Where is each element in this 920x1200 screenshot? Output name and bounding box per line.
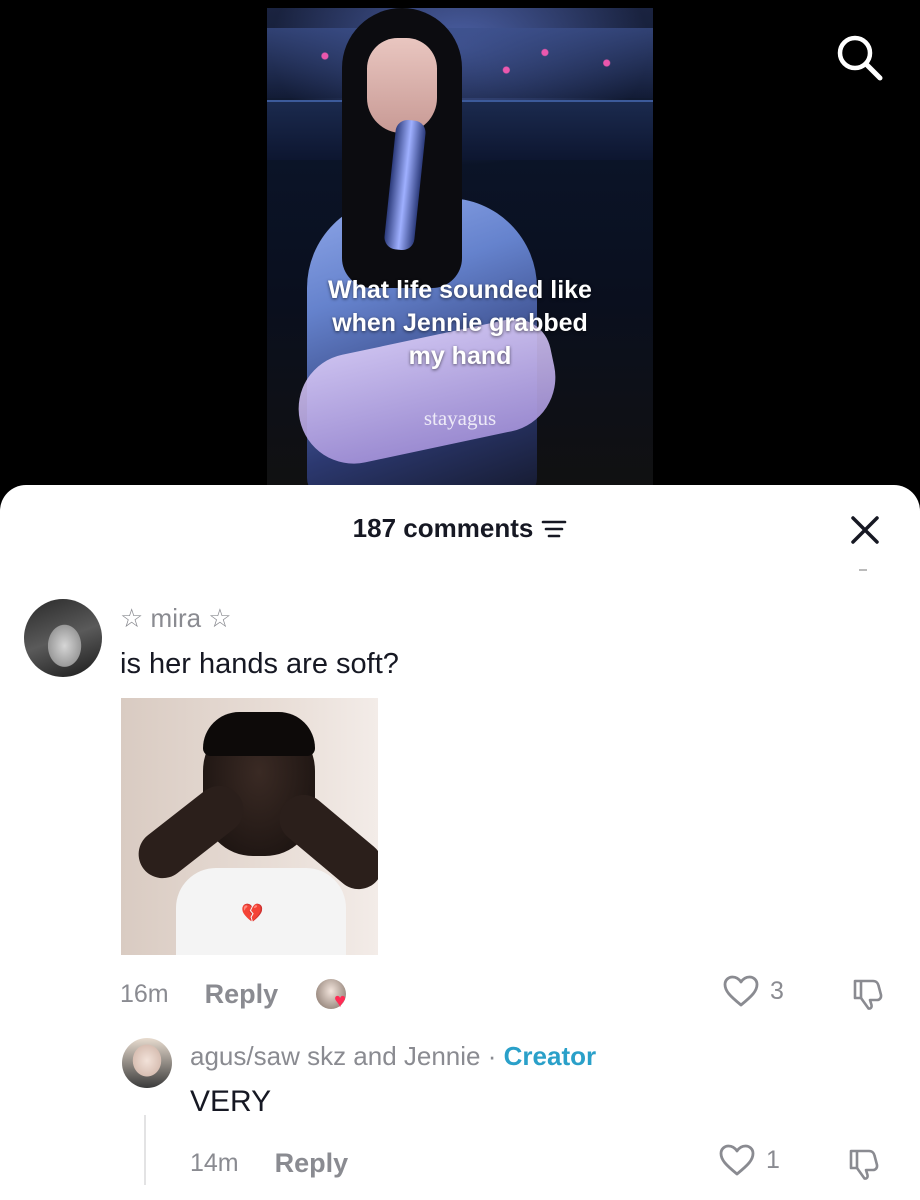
comment-time: 16m [120,979,169,1008]
reply-button[interactable]: Reply [205,979,279,1010]
heart-filled-icon: ♥ [334,990,347,1012]
comment-username[interactable]: ☆ mira ☆ [120,603,232,634]
heart-outline-icon [723,975,759,1007]
like-count: 1 [766,1145,780,1174]
video-caption-line: my hand [408,342,512,370]
reply-username-line: agus/saw skz and Jennie · Creator [190,1041,596,1072]
broken-heart-icon: 💔 [241,903,264,923]
search-button[interactable] [832,30,888,86]
creator-badge: Creator [503,1041,597,1071]
heart-outline-icon [719,1144,755,1176]
avatar[interactable] [122,1038,172,1088]
reply-time: 14m [190,1148,239,1177]
like-button[interactable]: 3 [722,974,784,1008]
like-button[interactable]: 1 [718,1143,780,1177]
reply-text: VERY [190,1085,272,1118]
creator-liked-badge[interactable]: ♥ [316,979,347,1012]
reply-username[interactable]: agus/saw skz and Jennie [190,1041,481,1071]
sort-lines-icon [542,520,567,537]
comments-sheet: 187 comments ☆ mira ☆ is her hands are s… [0,485,920,1200]
comments-header: 187 comments [0,485,920,575]
thread-line [144,1115,146,1185]
dislike-button[interactable] [846,1145,882,1181]
video-player[interactable]: What life sounded like when Jennie grabb… [267,8,653,492]
comments-count: 187 comments [352,513,534,543]
comment-text: is her hands are soft? [120,648,399,680]
search-icon [837,35,883,81]
thumbs-down-icon [853,979,883,1010]
comment-gif[interactable]: 💔 [121,698,378,955]
reply-meta: 14m Reply [190,1143,348,1183]
video-caption-line: when Jennie grabbed [332,309,588,337]
gif-hair [203,712,315,756]
video-caption: What life sounded like when Jennie grabb… [267,274,653,373]
separator-dot: · [487,1041,497,1071]
scroll-indicator [859,569,867,571]
like-count: 3 [770,976,784,1005]
singer-face [367,38,437,133]
comment-meta: 16m Reply ♥ [120,974,347,1014]
close-icon [851,516,879,544]
thumbs-down-icon [849,1149,879,1180]
reply-button[interactable]: Reply [275,1148,349,1179]
comments-sort-toggle[interactable]: 187 comments [353,513,568,544]
video-watermark: stayagus [423,406,497,430]
avatar[interactable] [24,599,102,677]
video-caption-line: What life sounded like [328,276,592,304]
close-comments-button[interactable] [846,511,884,549]
video-area: What life sounded like when Jennie grabb… [0,0,920,500]
dislike-button[interactable] [850,975,886,1011]
comments-title: 187 comments [0,513,920,544]
